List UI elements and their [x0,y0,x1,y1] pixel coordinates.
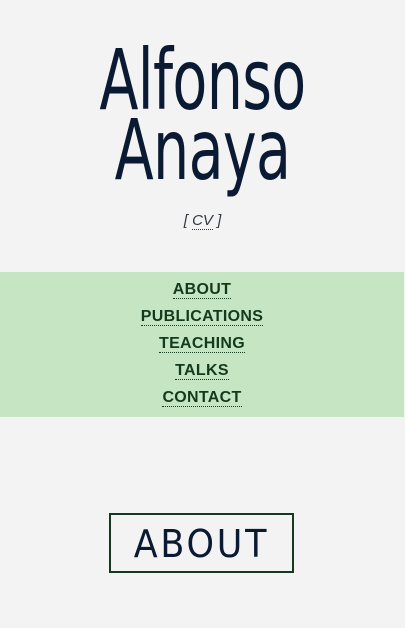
nav-link-publications[interactable]: PUBLICATIONS [140,308,264,326]
cv-open-bracket: [ [183,212,193,229]
nav-item: PUBLICATIONS [0,307,404,334]
nav-item: CONTACT [0,388,404,415]
nav-list: ABOUT PUBLICATIONS TEACHING TALKS CONTAC… [0,272,404,415]
section-heading-about: ABOUT [133,522,270,566]
section-heading-box: ABOUT [109,513,294,573]
nav-link-about[interactable]: ABOUT [172,281,232,299]
nav-item: TALKS [0,361,404,388]
cv-close-bracket: ] [212,212,222,229]
nav-link-contact[interactable]: CONTACT [162,389,242,407]
main-nav: ABOUT PUBLICATIONS TEACHING TALKS CONTAC… [0,272,404,417]
nav-item: TEACHING [0,334,404,361]
nav-link-talks[interactable]: TALKS [175,362,229,380]
site-title-last-name: Anaya [114,101,291,199]
nav-item: ABOUT [0,280,404,307]
cv-line: [ CV ] [0,212,405,230]
cv-link[interactable]: CV [192,212,213,230]
nav-link-teaching[interactable]: TEACHING [159,335,245,353]
